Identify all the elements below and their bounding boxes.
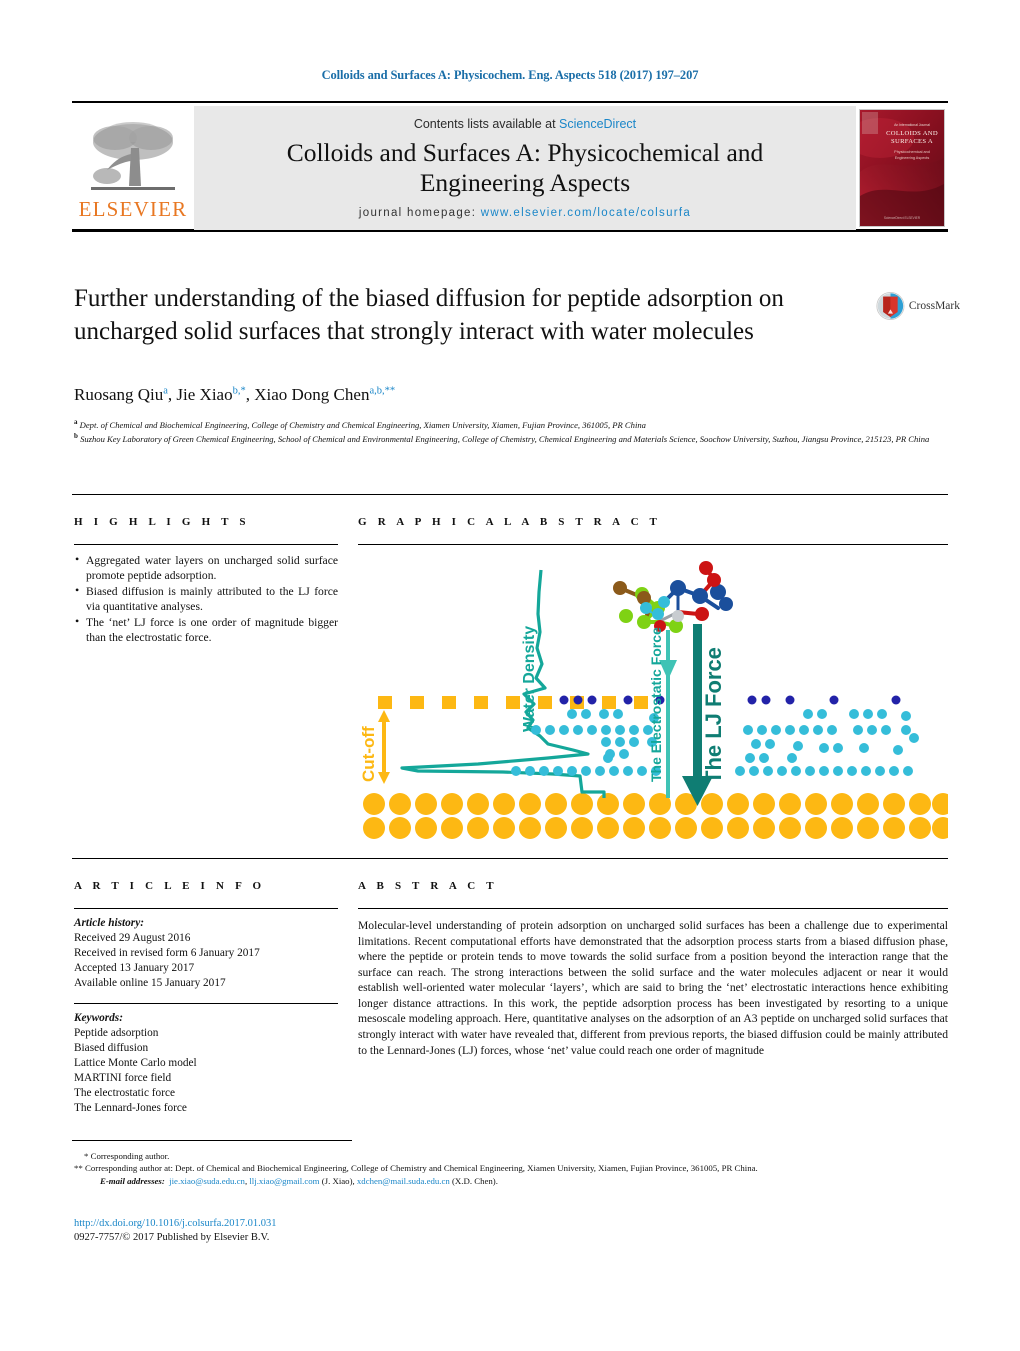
highlights-heading: H I G H L I G H T S [74, 516, 250, 528]
article-info-section: A R T I C L E I N F O Article history: R… [74, 880, 338, 1116]
water-density-label: Water Density [521, 626, 538, 732]
masthead-center: Contents lists available at ScienceDirec… [194, 106, 856, 230]
running-head: Colloids and Surfaces A: Physicochem. En… [321, 68, 699, 82]
keyword-item: MARTINI force field [74, 1072, 172, 1085]
keywords-label: Keywords: [74, 1012, 123, 1025]
highlights-section: H I G H L I G H T S Aggregated water lay… [74, 516, 338, 646]
article-history-label: Article history: [74, 917, 144, 929]
list-item: The ‘net’ LJ force is one order of magni… [74, 614, 338, 645]
journal-title-line-2: Engineering Aspects [419, 168, 631, 197]
affiliation-a: a Dept. of Chemical and Biochemical Engi… [74, 418, 646, 430]
author-list: Ruosang Qiua, Jie Xiaob,*, Xiao Dong Che… [74, 385, 396, 404]
graphical-abstract-divider [358, 544, 948, 545]
keyword-item: The Lennard-Jones force [74, 1102, 187, 1115]
svg-text:Engineering Aspects: Engineering Aspects [895, 156, 930, 160]
contents-prefix: Contents lists available at [413, 116, 560, 131]
divider-above-highlights [72, 494, 948, 495]
email-addresses-label: E-mail addresses: [100, 1175, 165, 1186]
crossmark-label: CrossMark [908, 300, 960, 312]
journal-title: Colloids and Surfaces A: Physicochemical… [287, 138, 764, 198]
sciencedirect-link[interactable]: ScienceDirect [559, 117, 636, 131]
graphical-abstract-figure: Cut-off Water Density The Electrostatic … [358, 552, 954, 852]
footnote-divider [72, 1140, 352, 1141]
doi-link[interactable]: http://dx.doi.org/10.1016/j.colsurfa.201… [74, 1218, 277, 1229]
electrostatic-force-label: The Electrostatic Force [648, 627, 664, 782]
journal-article-page: Colloids and Surfaces A: Physicochem. En… [0, 0, 1020, 1351]
article-history: Article history: Received 29 August 2016… [74, 916, 338, 991]
divider-above-abstract [72, 858, 948, 859]
article-info-heading: A R T I C L E I N F O [74, 880, 266, 892]
elsevier-wordmark: ELSEVIER [78, 197, 188, 221]
abstract-body: Molecular-level understanding of protein… [358, 919, 948, 1057]
keyword-item: Lattice Monte Carlo model [74, 1057, 197, 1070]
email-link-1[interactable]: jie.xiao@suda.edu.cn [169, 1176, 245, 1186]
homepage-prefix: journal homepage: [358, 207, 481, 220]
crossmark-icon [876, 291, 905, 321]
keywords-divider [74, 1003, 338, 1005]
abstract-divider [358, 908, 948, 909]
history-item: Available online 15 January 2017 [74, 977, 226, 990]
article-info-divider [74, 908, 338, 909]
highlights-divider [74, 544, 338, 545]
journal-title-line-1: Colloids and Surfaces A: Physicochemical… [286, 137, 764, 167]
abstract-heading: A B S T R A C T [358, 880, 498, 892]
affiliations: a Dept. of Chemical and Biochemical Engi… [74, 418, 940, 446]
svg-text:Physicochemical and: Physicochemical and [894, 150, 930, 154]
svg-text:An International Journal: An International Journal [894, 123, 930, 127]
journal-homepage-line: journal homepage: www.elsevier.com/locat… [359, 207, 691, 219]
email-addresses: E-mail addresses: jie.xiao@suda.edu.cn, … [74, 1175, 954, 1187]
history-item: Received 29 August 2016 [74, 932, 191, 945]
elsevier-logo: ELSEVIER [72, 106, 194, 230]
copyright-line: 0927-7757/© 2017 Published by Elsevier B… [74, 1232, 270, 1243]
svg-text:COLLOIDS AND: COLLOIDS AND [886, 130, 938, 137]
cutoff-dashed-line [378, 696, 648, 709]
keywords-block: Keywords: Peptide adsorption Biased diff… [74, 1011, 338, 1116]
email-link-2[interactable]: llj.xiao@gmail.com [249, 1176, 319, 1186]
elsevier-tree-icon [91, 122, 175, 190]
graphical-abstract-heading: G R A P H I C A L A B S T R A C T [358, 516, 662, 528]
history-item: Accepted 13 January 2017 [74, 962, 195, 975]
keyword-item: Biased diffusion [74, 1042, 149, 1055]
journal-cover-image: An International Journal COLLOIDS AND SU… [859, 109, 945, 227]
journal-homepage-link[interactable]: www.elsevier.com/locate/colsurfa [481, 207, 691, 219]
svg-text:SURFACES A: SURFACES A [891, 138, 933, 145]
highlights-list: Aggregated water layers on uncharged sol… [74, 552, 338, 645]
email-owner-2: (X.D. Chen). [449, 1175, 498, 1186]
corresponding-author-note-2: ** Corresponding author at: Dept. of Che… [74, 1163, 758, 1174]
contents-available-line: Contents lists available at ScienceDirec… [414, 117, 636, 131]
affiliation-b: b Suzhou Key Laboratory of Green Chemica… [74, 432, 930, 444]
crossmark-badge[interactable]: CrossMark [876, 286, 960, 326]
affiliation-a-text: Dept. of Chemical and Biochemical Engine… [79, 419, 646, 430]
keyword-item: Peptide adsorption [74, 1027, 159, 1040]
keyword-item: The electrostatic force [74, 1087, 175, 1100]
list-item: Biased diffusion is mainly attributed to… [74, 583, 338, 614]
corresponding-author-note-1: * Corresponding author. [84, 1151, 170, 1161]
list-item: Aggregated water layers on uncharged sol… [74, 552, 338, 583]
cutoff-label: Cut-off [359, 726, 378, 782]
history-item: Received in revised form 6 January 2017 [74, 947, 260, 960]
graphical-abstract-svg: Cut-off Water Density The Electrostatic … [358, 552, 954, 852]
page-title: Further understanding of the biased diff… [74, 285, 784, 345]
journal-cover: An International Journal COLLOIDS AND SU… [856, 106, 948, 230]
journal-masthead: ELSEVIER Contents lists available at Sci… [72, 101, 948, 232]
svg-text:ScienceDirect ELSEVIER: ScienceDirect ELSEVIER [884, 216, 921, 220]
affiliation-b-text: Suzhou Key Laboratory of Green Chemical … [80, 433, 930, 444]
graphical-abstract-section: G R A P H I C A L A B S T R A C T [358, 516, 948, 545]
footnotes: * Corresponding author. ** Corresponding… [74, 1150, 954, 1187]
email-owner-1: (J. Xiao), [319, 1175, 357, 1186]
lj-force-label: The LJ Force [701, 647, 726, 784]
cover-artwork-icon: An International Journal COLLOIDS AND SU… [860, 110, 944, 226]
email-link-3[interactable]: xdchen@mail.suda.edu.cn [357, 1176, 450, 1186]
abstract-section: A B S T R A C T Molecular-level understa… [358, 880, 948, 1058]
